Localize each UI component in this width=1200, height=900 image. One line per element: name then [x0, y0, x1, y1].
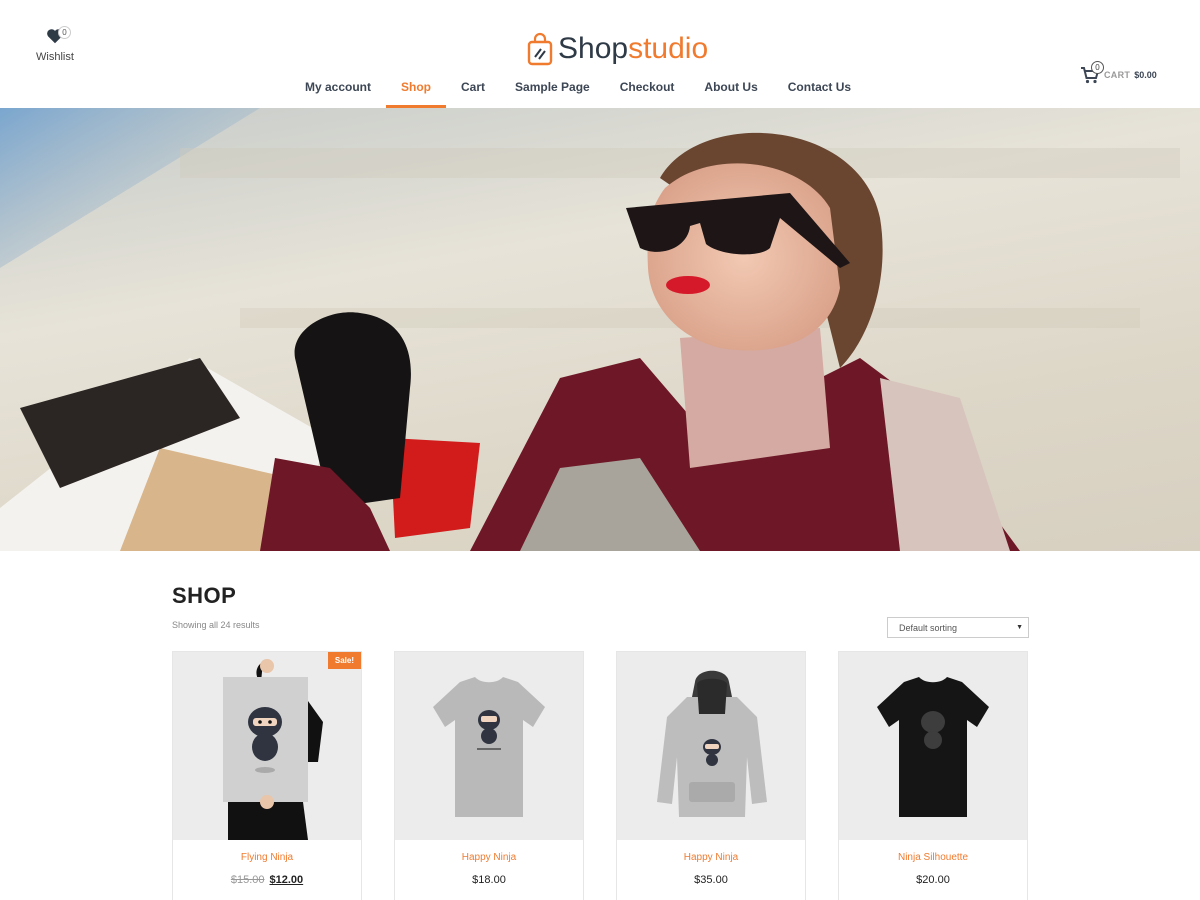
shopping-bag-icon	[527, 32, 553, 66]
product-price: $18.00	[395, 874, 583, 886]
sorting-select[interactable]: Default sorting ▼	[887, 617, 1029, 638]
product-card[interactable]: Sale! Flying Ninja $15.00 $12.00	[172, 651, 362, 900]
cart-icon: 0	[1080, 61, 1104, 84]
cart-label: CART	[1104, 70, 1131, 80]
product-image-poster[interactable]: Sale!	[173, 652, 361, 840]
logo-text-shop: Shop	[558, 32, 629, 65]
product-name[interactable]: Happy Ninja	[395, 852, 583, 863]
nav-sample-page[interactable]: Sample Page	[500, 68, 605, 108]
product-price: $15.00 $12.00	[173, 874, 361, 886]
sorting-value: Default sorting	[899, 623, 958, 633]
product-sale-price: $12.00	[269, 874, 304, 886]
product-price-value: $35.00	[694, 874, 728, 886]
nav-cart[interactable]: Cart	[446, 68, 500, 108]
product-name[interactable]: Ninja Silhouette	[839, 852, 1027, 863]
product-price-value: $20.00	[916, 874, 950, 886]
product-card[interactable]: Happy Ninja $35.00	[616, 651, 806, 900]
hero-banner	[0, 108, 1200, 551]
product-old-price: $15.00	[230, 874, 265, 886]
product-price: $35.00	[617, 874, 805, 886]
nav-checkout[interactable]: Checkout	[605, 68, 690, 108]
wishlist-count: 0	[58, 26, 71, 39]
nav-shop[interactable]: Shop	[386, 68, 447, 108]
page-title: SHOP	[172, 583, 237, 608]
main-nav: My account Shop Cart Sample Page Checkou…	[290, 68, 866, 108]
wishlist-label: Wishlist	[36, 51, 74, 63]
hero-image	[0, 108, 1180, 551]
logo-text-studio: studio	[628, 32, 709, 65]
nav-about-us[interactable]: About Us	[689, 68, 772, 108]
result-count: Showing all 24 results	[172, 620, 260, 630]
product-price: $20.00	[839, 874, 1027, 886]
site-logo[interactable]: Shop studio	[527, 31, 708, 67]
product-price-value: $18.00	[472, 874, 506, 886]
product-image-black-tshirt[interactable]	[839, 652, 1027, 840]
nav-contact-us[interactable]: Contact Us	[773, 68, 866, 108]
product-image-hoodie[interactable]	[617, 652, 805, 840]
wishlist-link[interactable]: 0 Wishlist	[30, 26, 80, 63]
product-grid: Sale! Flying Ninja $15.00 $12.00 Happy Ni…	[172, 651, 1030, 900]
product-image-tshirt[interactable]	[395, 652, 583, 840]
product-name[interactable]: Happy Ninja	[617, 852, 805, 863]
header-cart[interactable]: 0 CART $0.00	[1080, 61, 1157, 84]
cart-amount: $0.00	[1134, 70, 1157, 80]
product-card[interactable]: Happy Ninja $18.00	[394, 651, 584, 900]
sale-badge: Sale!	[327, 652, 361, 669]
dropdown-caret-icon: ▼	[1016, 624, 1023, 631]
nav-my-account[interactable]: My account	[290, 68, 386, 108]
site-header: 0 Wishlist Shop studio My account Shop Ca…	[0, 0, 1200, 108]
product-card[interactable]: Ninja Silhouette $20.00	[838, 651, 1028, 900]
product-name[interactable]: Flying Ninja	[173, 852, 361, 863]
cart-count: 0	[1091, 61, 1104, 74]
